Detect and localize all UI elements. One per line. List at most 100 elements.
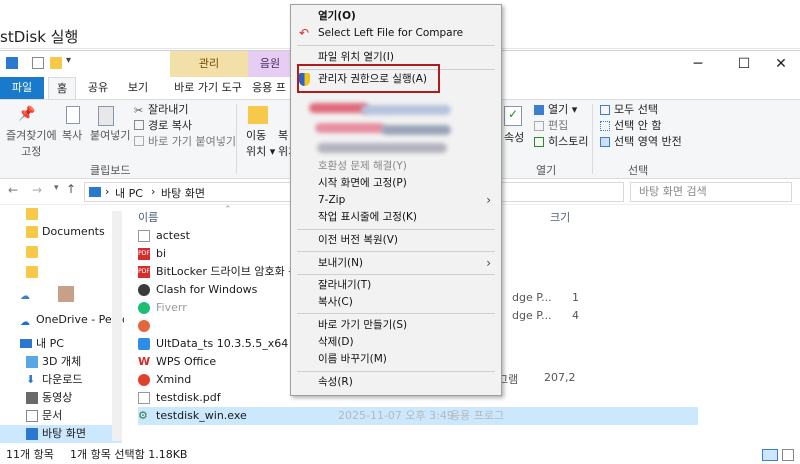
ultdata-icon [138,338,150,350]
cube-icon [26,356,38,368]
context-tab-music[interactable]: 음원 [248,51,292,77]
copy-icon [66,106,80,124]
details-view-icon[interactable] [762,449,778,461]
file-name: UltData_ts 10.3.5.5_x64 [156,337,289,350]
menu-item-select-left-compare[interactable]: ↶ Select Left File for Compare [291,25,501,42]
history-button[interactable]: 히스토리 [548,134,588,150]
sidebar-item-label: Documents [42,225,105,238]
sidebar-item-videos[interactable]: 동영상 [0,389,122,407]
up-arrow-icon[interactable]: ↑ [66,182,76,196]
paste-shortcut-icon [134,136,144,146]
sidebar-item-documents[interactable]: Documents [0,223,122,241]
menu-item-label: 속성(R) [318,376,353,388]
edit-button[interactable]: 편집 [548,118,568,134]
menu-item-properties[interactable]: 속성(R) [291,374,501,391]
menu-item-label: Select Left File for Compare [318,27,464,39]
forward-arrow-icon[interactable]: → [32,183,42,197]
cut-button[interactable]: 잘라내기 [148,102,188,118]
large-icons-view-icon[interactable] [782,449,794,461]
menu-item-7zip[interactable]: 7-Zip › [291,192,501,209]
invert-selection-button[interactable]: 선택 영역 반전 [614,134,682,150]
annotation-highlight-box [297,64,440,93]
open-icon [534,105,544,115]
select-all-icon [600,105,610,115]
properties-quick-icon[interactable] [32,57,44,69]
sidebar-item-this-pc[interactable]: 내 PC [0,335,122,353]
sidebar-item-folder[interactable] [0,263,122,281]
clash-icon [138,284,150,296]
tab-share[interactable]: 공유 [84,77,112,99]
context-tab-manage[interactable]: 관리 [170,51,248,77]
copy-button[interactable]: 복사 [62,128,82,144]
sidebar-scrollbar[interactable] [112,211,122,441]
properties-button[interactable]: 속성 [504,130,524,146]
menu-item-label: 삭제(D) [318,336,354,348]
menu-item-pin-to-taskbar[interactable]: 작업 표시줄에 고정(K) [291,209,501,226]
sidebar-item-onedrive[interactable]: ☁ OneDrive - Person [0,311,136,329]
pdf-icon: PDF [138,248,150,260]
customize-quick-access-icon[interactable]: ▾ [66,55,71,66]
wps-icon: W [138,355,151,368]
menu-item-restore-previous[interactable]: 이전 버전 복원(V) [291,232,501,249]
tab-file[interactable]: 파일 [0,77,44,99]
menu-item-cut[interactable]: 잘라내기(T) [291,277,501,294]
minimize-button[interactable]: ─ [675,51,721,77]
pin-to-quick-access-button[interactable]: 즐겨찾기에 고정 [6,128,57,160]
open-button[interactable]: 열기 ▾ [548,102,577,118]
close-button[interactable]: ✕ [758,51,800,77]
tab-shortcut-tools[interactable]: 바로 가기 도구 [168,77,248,99]
back-arrow-icon[interactable]: ← [8,183,18,197]
menu-item-create-shortcut[interactable]: 바로 가기 만들기(S) [291,317,501,334]
app-icon [138,320,150,332]
invert-selection-icon [600,137,610,147]
copy-path-button[interactable]: 경로 복사 [148,118,192,134]
menu-item-copy[interactable]: 복사(C) [291,294,501,311]
file-row-selected[interactable]: ⚙ testdisk_win.exe 2025-11-07 오후 3:49 응용 … [138,407,698,425]
sidebar-item-label: 바탕 화면 [42,427,86,440]
pdf-icon: PDF [138,266,150,278]
tab-app-tools[interactable]: 응용 프로그램 도구 [248,77,290,99]
menu-item-send-to[interactable]: 보내기(N) › [291,255,501,272]
sidebar-item-documents-kr[interactable]: 문서 [0,407,122,425]
menu-item-label: 열기(O) [318,10,356,22]
column-header-size[interactable]: 크기 [550,209,570,225]
explorer-icon [6,57,18,69]
submenu-arrow-icon: › [486,193,491,207]
column-header-name[interactable]: 이름 [138,209,158,225]
menu-item-rename[interactable]: 이름 바꾸기(M) [291,351,501,368]
paste-button[interactable]: 붙여넣기 [90,128,130,144]
menu-item-troubleshoot-compat[interactable]: 호환성 문제 해결(Y) [291,158,501,175]
file-name: testdisk_win.exe [156,409,247,422]
menu-item-pin-to-start[interactable]: 시작 화면에 고정(P) [291,175,501,192]
sort-indicator-icon: ⌃ [224,205,232,215]
computer-icon [20,339,32,348]
select-group-label: 선택 [628,164,649,177]
recent-locations-icon[interactable]: ▾ [54,183,59,193]
sidebar-item-cloud[interactable]: ☁ [0,285,122,303]
search-input[interactable]: 바탕 화면 검색 [630,182,792,202]
file-type-partial: dge P... [512,309,552,322]
select-none-button[interactable]: 선택 안 함 [614,118,661,134]
sidebar-item-folder[interactable] [0,205,122,223]
sidebar-item-folder[interactable] [0,243,122,261]
new-folder-quick-icon[interactable] [50,57,62,69]
select-all-button[interactable]: 모두 선택 [614,102,658,118]
select-none-icon [600,121,610,131]
sidebar-item-3d-objects[interactable]: 3D 개체 [0,353,122,371]
menu-item-open[interactable]: 열기(O) [291,8,501,25]
file-name: Clash for Windows [156,283,258,296]
breadcrumb-desktop[interactable]: 바탕 화면 [161,185,205,201]
selection-info: 1개 항목 선택함 1.18KB [70,448,188,461]
tab-view[interactable]: 보기 [124,77,152,99]
ribbon-divider [236,104,237,174]
sidebar-item-downloads[interactable]: ⬇ 다운로드 [0,371,122,389]
fiverr-icon [138,302,150,314]
tab-home[interactable]: 홈 [48,77,76,99]
menu-item-delete[interactable]: 삭제(D) [291,334,501,351]
sidebar-item-desktop[interactable]: 바탕 화면 [0,425,122,443]
open-group-label: 열기 [536,164,557,177]
paste-shortcut-button[interactable]: 바로 가기 붙여넣기 [148,134,236,150]
menu-item-label: 작업 표시줄에 고정(K) [318,211,418,223]
breadcrumb-this-pc[interactable]: 내 PC [115,185,143,201]
move-to-button[interactable]: 이동 위치 ▾ [246,128,275,160]
